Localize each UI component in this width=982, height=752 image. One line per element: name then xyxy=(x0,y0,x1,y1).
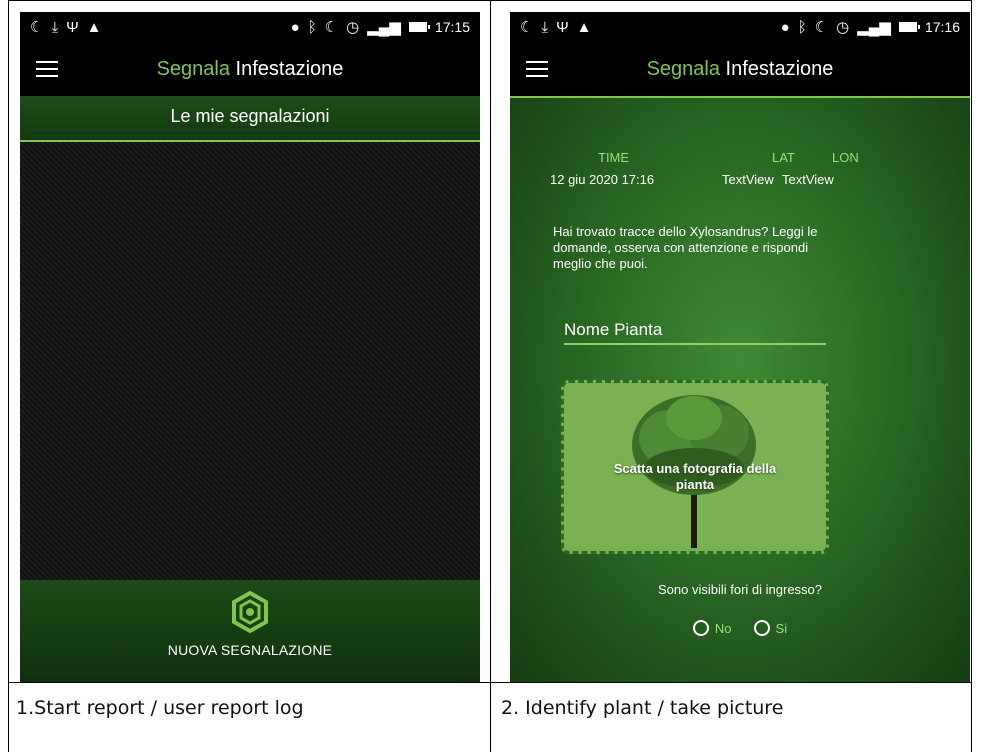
usb-icon: Ψ xyxy=(66,18,79,36)
moon-icon: ☾ xyxy=(324,18,339,36)
table-border-top xyxy=(8,0,972,1)
download-icon: ⤓ xyxy=(541,18,549,36)
lat-value: TextView xyxy=(722,172,774,187)
moon-icon: ☾ xyxy=(30,18,44,36)
entry-holes-options: No Si xyxy=(510,620,970,636)
phone-screen-report-log: ☾ ⤓ Ψ ▲ ● ᛒ ☾ ◷ ▂▄▆ 17:15 Segnala Infest… xyxy=(20,12,480,682)
table-border-left xyxy=(8,0,9,752)
lon-label: LON xyxy=(832,150,859,165)
bluetooth-icon: ᛒ xyxy=(797,18,807,36)
figure-table: ☾ ⤓ Ψ ▲ ● ᛒ ☾ ◷ ▂▄▆ 17:15 Segnala Infest… xyxy=(8,0,972,752)
usb-icon: Ψ xyxy=(556,18,569,36)
new-report-label: NUOVA SEGNALAZIONE xyxy=(167,642,333,658)
warning-icon: ▲ xyxy=(576,18,592,36)
intro-text: Hai trovato tracce dello Xylosandrus? Le… xyxy=(553,224,818,271)
alarm-icon: ◷ xyxy=(836,18,850,36)
radio-circle xyxy=(692,620,709,636)
new-report-button[interactable]: NUOVA SEGNALAZIONE xyxy=(20,580,480,682)
radio-yes[interactable]: Si xyxy=(753,620,788,636)
menu-icon[interactable] xyxy=(526,61,548,77)
radio-no[interactable]: No xyxy=(692,620,732,636)
caption-right: 2. Identify plant / take picture xyxy=(501,697,784,719)
app-title: Segnala Infestazione xyxy=(646,57,834,80)
status-bar: ☾ ⤓ Ψ ▲ ● ᛒ ☾ ◷ ▂▄▆ 17:16 xyxy=(510,12,970,42)
bluetooth-icon: ᛒ xyxy=(307,18,317,36)
reports-header: Le mie segnalazioni xyxy=(20,96,480,142)
radio-no-label: No xyxy=(714,620,732,636)
date-value: 12 giu 2020 17:16 xyxy=(550,172,655,187)
caption-left: 1.Start report / user report log xyxy=(16,697,304,719)
signal-icon: ▂▄▆ xyxy=(367,18,401,36)
app-bar: Segnala Infestazione xyxy=(20,42,480,96)
status-bar: ☾ ⤓ Ψ ▲ ● ᛒ ☾ ◷ ▂▄▆ 17:15 xyxy=(20,12,480,42)
entry-holes-question: Sono visibili fori di ingresso? xyxy=(657,582,823,597)
battery-icon xyxy=(898,22,920,32)
plant-name-field[interactable]: Nome Pianta xyxy=(564,320,826,345)
lat-label: LAT xyxy=(772,150,795,165)
report-form: TIME LAT LON 12 giu 2020 17:16 TextView … xyxy=(510,96,970,682)
table-border-right xyxy=(971,0,972,752)
location-icon: ● xyxy=(290,18,300,36)
table-border-middle xyxy=(490,0,491,752)
status-time: 17:16 xyxy=(924,19,960,35)
camera-hexagon-icon xyxy=(232,590,268,634)
moon-icon: ☾ xyxy=(520,18,534,36)
alarm-icon: ◷ xyxy=(346,18,360,36)
menu-icon[interactable] xyxy=(36,61,58,77)
download-icon: ⤓ xyxy=(51,18,59,36)
signal-icon: ▂▄▆ xyxy=(857,18,891,36)
app-bar: Segnala Infestazione xyxy=(510,42,970,96)
battery-icon xyxy=(408,22,430,32)
time-label: TIME xyxy=(598,150,630,165)
radio-circle xyxy=(753,620,770,636)
moon-icon: ☾ xyxy=(814,18,829,36)
app-title: Segnala Infestazione xyxy=(156,57,344,80)
lon-value: TextView xyxy=(782,172,834,187)
phone-screen-identify-plant: ☾ ⤓ Ψ ▲ ● ᛒ ☾ ◷ ▂▄▆ 17:16 Segnala Infest… xyxy=(510,12,970,682)
radio-yes-label: Si xyxy=(775,620,788,636)
warning-icon: ▲ xyxy=(86,18,102,36)
photo-prompt: Scatta una fotografia della pianta xyxy=(613,461,777,492)
status-time: 17:15 xyxy=(434,19,470,35)
location-icon: ● xyxy=(780,18,790,36)
take-photo-button[interactable]: Scatta una fotografia della pianta xyxy=(561,380,829,554)
table-border-separator xyxy=(8,682,972,683)
reports-list[interactable] xyxy=(20,142,480,580)
